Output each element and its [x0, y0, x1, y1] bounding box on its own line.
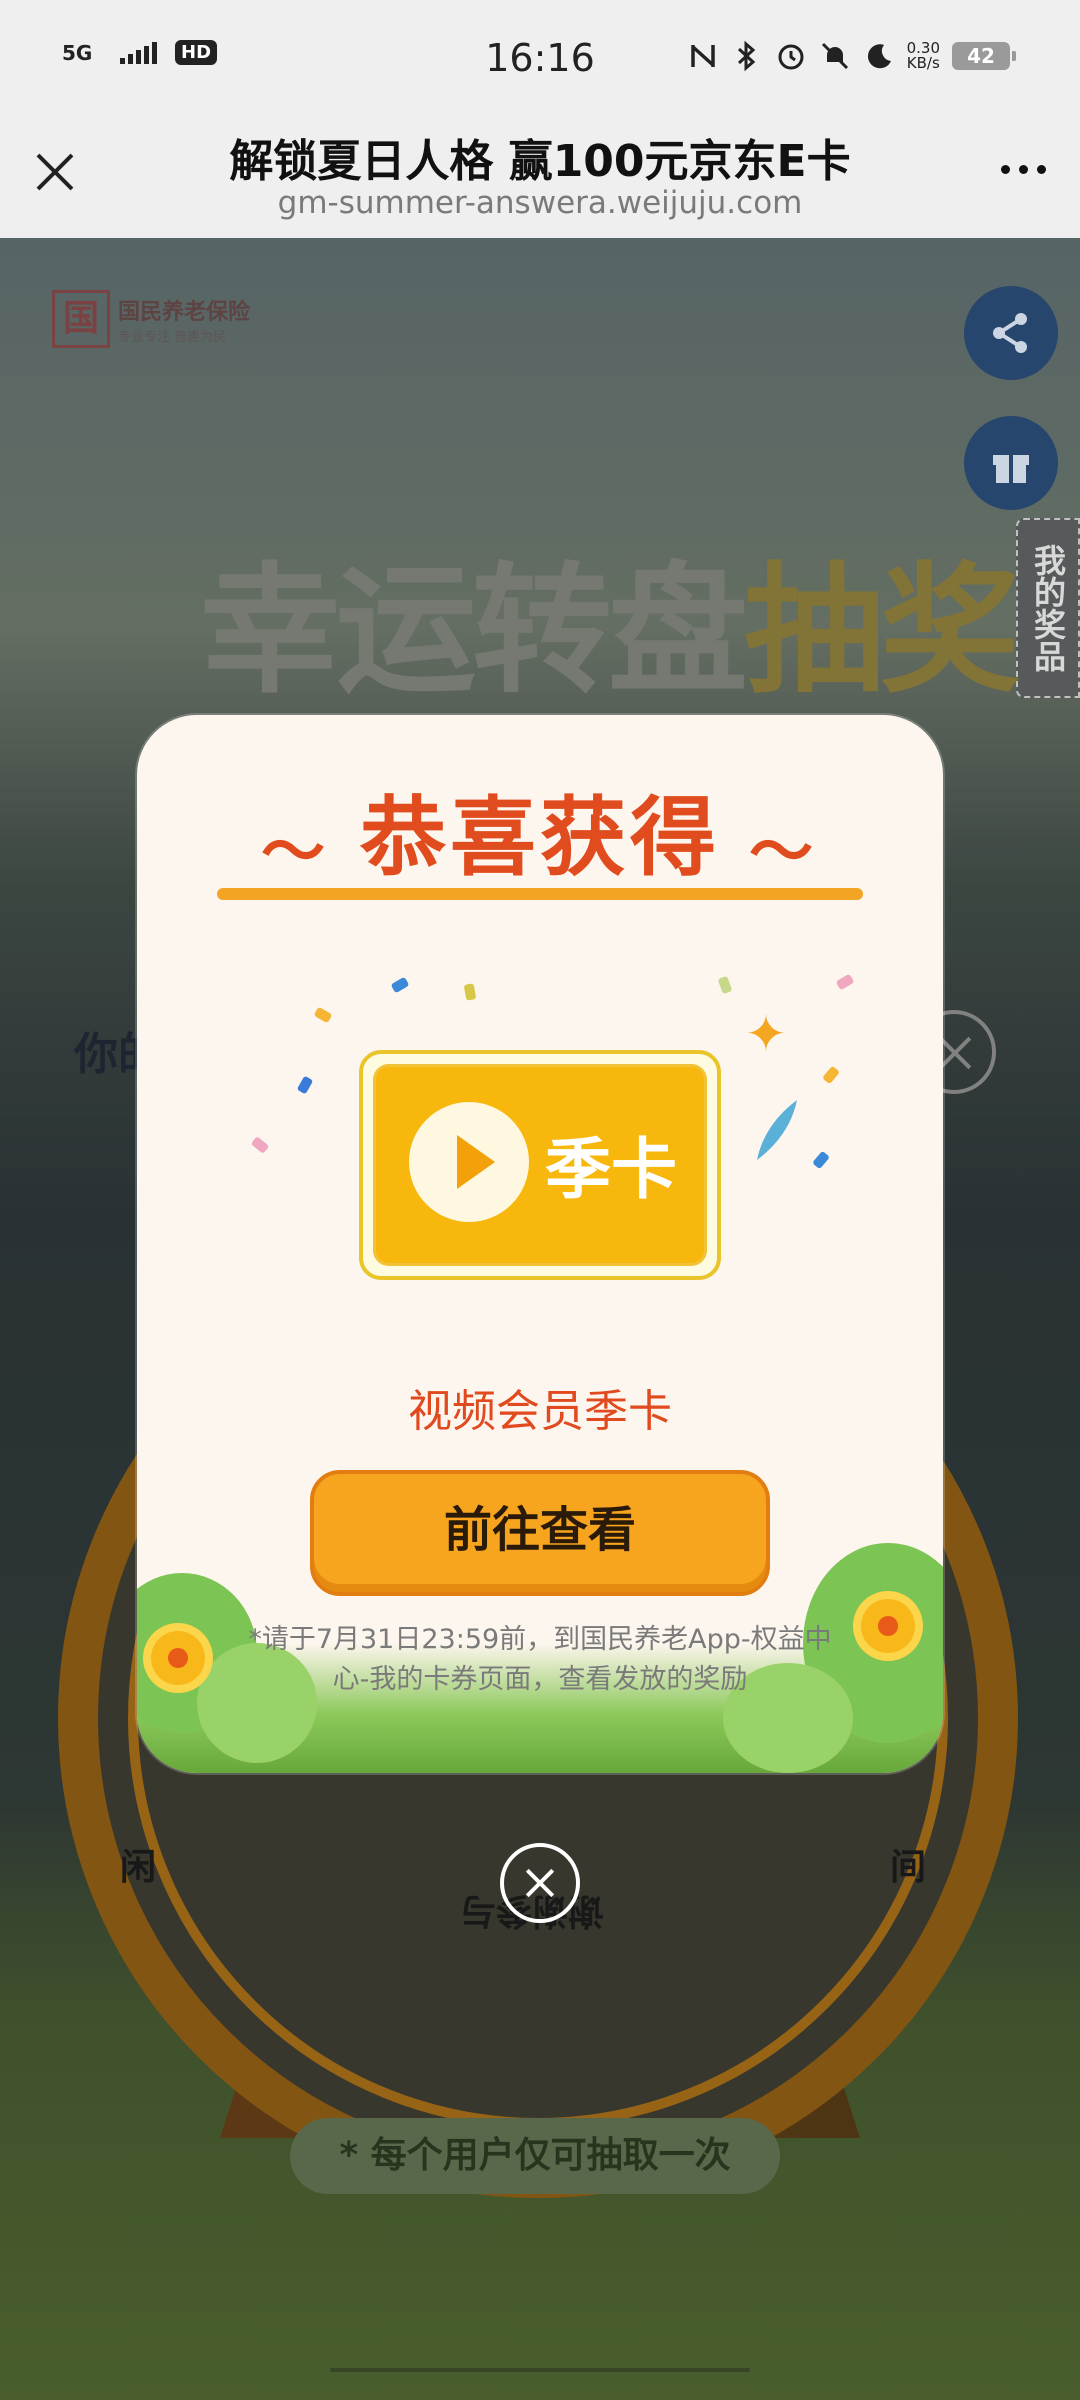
title-underline [217, 888, 863, 900]
confetti-icon [390, 976, 410, 994]
sparkle-icon: ✦ [745, 1005, 787, 1063]
prize-note: *请于7月31日23:59前，到国民养老App-权益中心-我的卡券页面，查看发放… [248, 1624, 832, 1695]
net-speed: 0.30 KB/s [907, 41, 940, 71]
nfc-icon [687, 40, 719, 72]
confetti-icon [717, 975, 733, 995]
net-speed-unit: KB/s [906, 54, 940, 72]
confetti-icon [313, 1006, 333, 1024]
view-prize-button[interactable]: 前往查看 [310, 1470, 770, 1596]
more-icon[interactable] [1001, 165, 1046, 174]
status-bar: 5G HD 16:16 0.30 KB/s 42 [0, 0, 1080, 125]
play-icon [409, 1102, 529, 1222]
page-title: 解锁夏日人格 赢100元京东E卡 [229, 136, 851, 187]
battery-icon: 42 [952, 42, 1016, 70]
bluetooth-icon [731, 40, 763, 72]
confetti-icon [812, 1150, 830, 1170]
status-icons: 0.30 KB/s 42 [687, 40, 1016, 72]
prize-card: 季卡 [359, 1050, 721, 1280]
browser-title-bar: 解锁夏日人格 赢100元京东E卡 gm-summer-answera.weiju… [0, 125, 1080, 238]
popup-close-button[interactable] [500, 1843, 580, 1923]
flower-icon [861, 1599, 915, 1653]
mute-icon [819, 40, 851, 72]
flower-icon [151, 1631, 205, 1685]
confetti-icon [296, 1075, 314, 1095]
moon-icon [863, 40, 895, 72]
confetti-icon [835, 973, 855, 991]
alarm-icon [775, 40, 807, 72]
confetti-icon [250, 1136, 270, 1154]
prize-popup: 〜 〜 恭喜获得 ✦ 季卡 视频会员季卡 前往查看 *请于7月31日23:59前… [137, 715, 943, 1773]
card-label: 季卡 [545, 1131, 677, 1208]
leaf-icon [757, 1100, 797, 1160]
confetti-icon [822, 1065, 840, 1085]
prize-name: 视频会员季卡 [408, 1386, 672, 1437]
page-url: gm-summer-answera.weijuju.com [277, 185, 803, 221]
confetti-icon [463, 983, 477, 1001]
popup-title: 恭喜获得 [360, 788, 720, 888]
close-icon[interactable] [30, 147, 80, 197]
